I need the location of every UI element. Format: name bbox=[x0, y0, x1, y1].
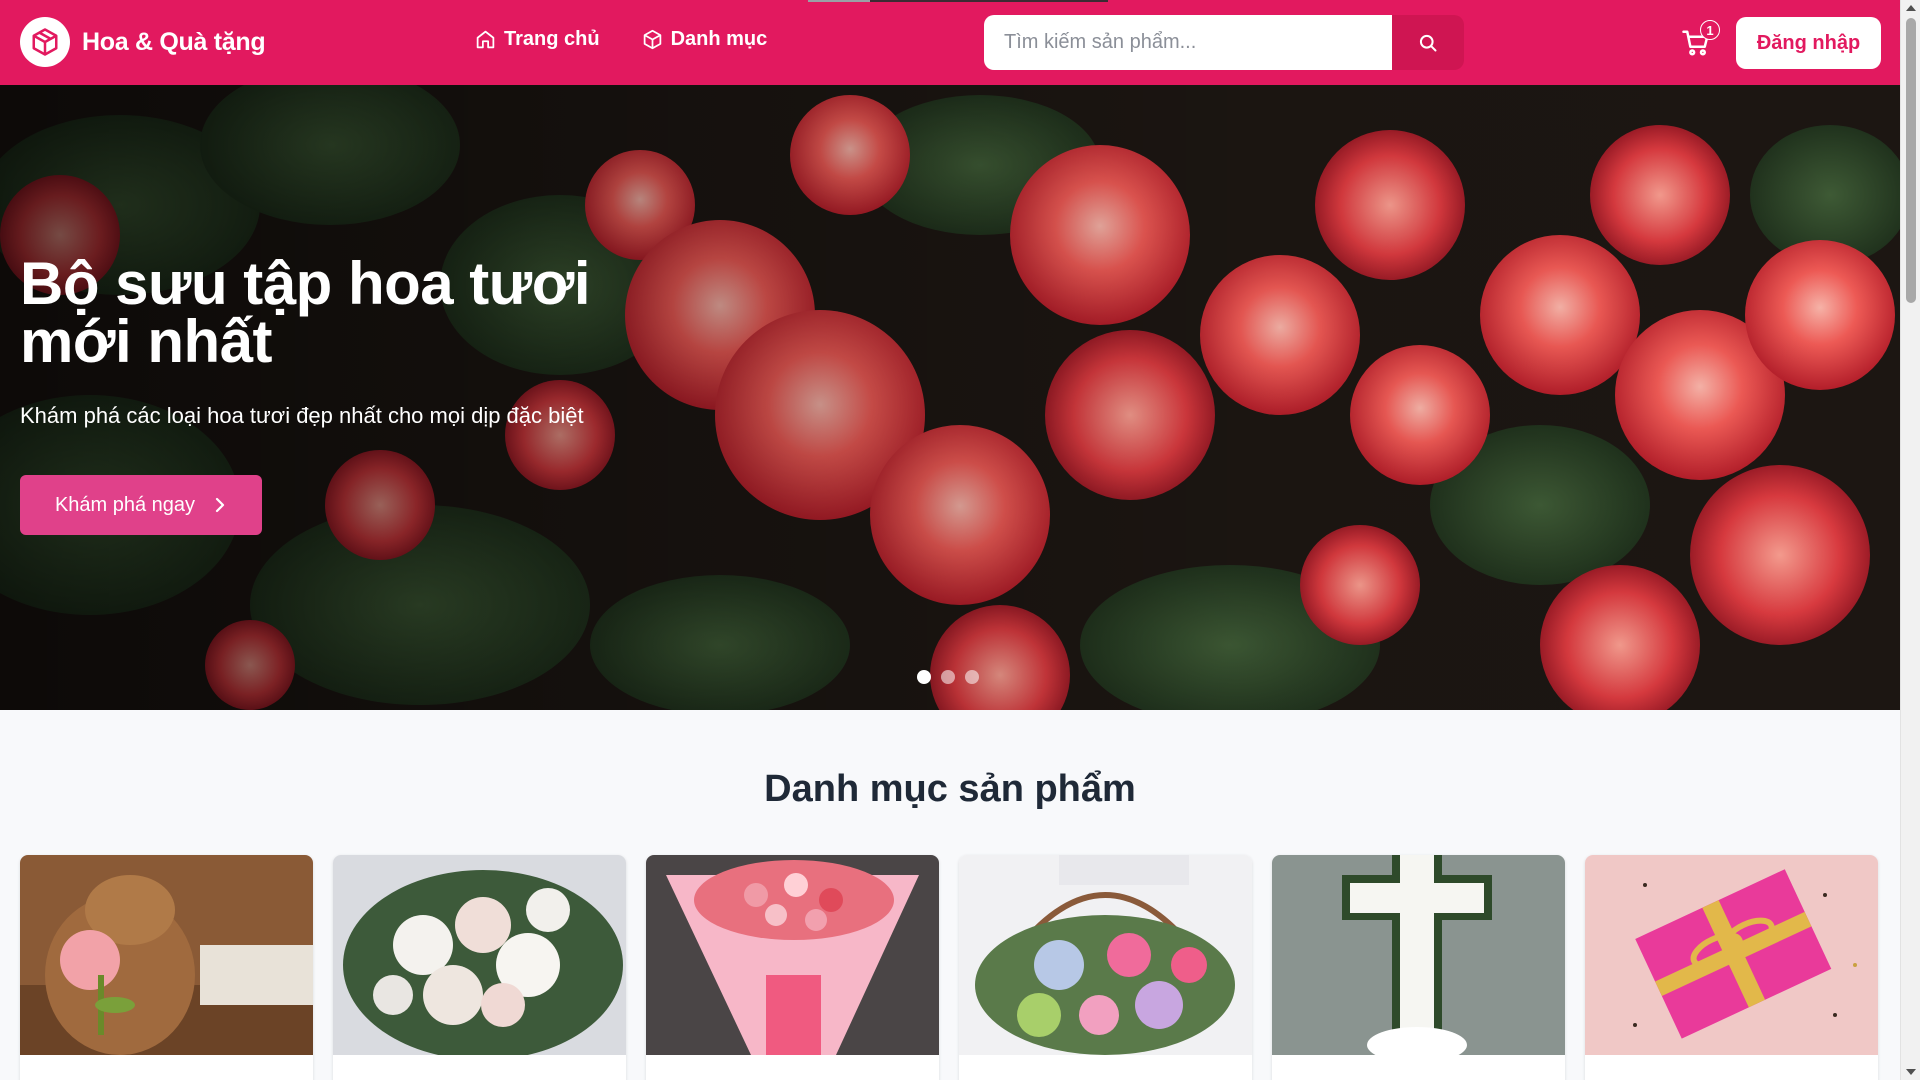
category-card-basket[interactable] bbox=[959, 855, 1252, 1080]
scroll-up-arrow-icon[interactable] bbox=[1906, 5, 1916, 11]
category-card-teddy[interactable] bbox=[20, 855, 313, 1080]
pink-rose-bouquet-image bbox=[646, 855, 939, 1055]
carousel-dot-3[interactable] bbox=[965, 670, 979, 684]
plush-capybara-image bbox=[20, 855, 313, 1055]
loading-progress-bar bbox=[808, 0, 1108, 2]
category-grid bbox=[20, 855, 1878, 1080]
nav-item-home-label: Trang chủ bbox=[504, 28, 600, 50]
search-icon bbox=[1419, 34, 1437, 51]
carousel-dots bbox=[917, 670, 979, 684]
hero-cta-label: Khám phá ngay bbox=[54, 493, 196, 516]
box-icon bbox=[643, 29, 661, 50]
scroll-down-arrow-icon[interactable] bbox=[1906, 1069, 1916, 1075]
carousel-dot-1[interactable] bbox=[917, 670, 931, 684]
box-logo-icon bbox=[20, 17, 70, 67]
category-card-funeral[interactable] bbox=[1272, 855, 1565, 1080]
main-nav: Trang chủ Danh mục bbox=[475, 28, 767, 51]
search-input[interactable] bbox=[984, 15, 1392, 70]
cart-count-badge: 1 bbox=[1700, 20, 1720, 40]
pink-gift-box-image bbox=[1585, 855, 1878, 1055]
site-header: Hoa & Quà tặng Trang chủ Danh mục 1 Đăng… bbox=[0, 0, 1900, 85]
scrollbar-thumb[interactable] bbox=[1906, 18, 1916, 303]
brand-link[interactable]: Hoa & Quà tặng bbox=[20, 17, 266, 67]
white-rose-bouquet-image bbox=[333, 855, 626, 1060]
chevron-right-icon bbox=[215, 497, 225, 513]
login-button[interactable]: Đăng nhập bbox=[1736, 17, 1881, 69]
category-card-bouquet[interactable] bbox=[333, 855, 626, 1080]
hero-title: Bộ sưu tập hoa tươi mới nhất bbox=[20, 250, 591, 375]
category-card-flower-stand[interactable] bbox=[646, 855, 939, 1080]
hero-banner: Bộ sưu tập hoa tươi mới nhất Khám phá cá… bbox=[0, 85, 1900, 710]
cart-button[interactable]: 1 bbox=[1680, 20, 1720, 60]
brand-name: Hoa & Quà tặng bbox=[82, 27, 266, 56]
page-scrollbar[interactable] bbox=[1900, 0, 1920, 1080]
search-button[interactable] bbox=[1392, 15, 1464, 70]
nav-item-categories[interactable]: Danh mục bbox=[642, 28, 768, 51]
nav-item-home[interactable]: Trang chủ bbox=[475, 28, 600, 51]
categories-title: Danh mục sản phẩm bbox=[764, 768, 1136, 810]
hero-cta-button[interactable]: Khám phá ngay bbox=[20, 475, 262, 535]
hero-subtitle: Khám phá các loại hoa tươi đẹp nhất cho … bbox=[20, 403, 584, 428]
category-card-gift[interactable] bbox=[1585, 855, 1878, 1080]
funeral-cross-wreath-image bbox=[1272, 855, 1565, 1063]
flower-basket-image bbox=[959, 855, 1252, 1055]
home-icon bbox=[476, 30, 495, 49]
carousel-dot-2[interactable] bbox=[941, 670, 955, 684]
search-bar bbox=[984, 15, 1464, 70]
nav-item-categories-label: Danh mục bbox=[670, 28, 768, 50]
